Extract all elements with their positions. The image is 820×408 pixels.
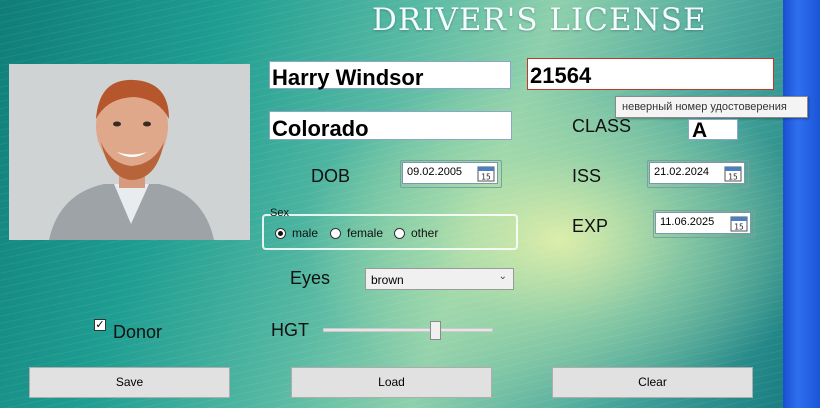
- svg-text:15: 15: [728, 173, 738, 182]
- sex-group-label: Sex: [270, 207, 289, 219]
- exp-date-picker[interactable]: 11.06.2025 15: [655, 212, 751, 234]
- svg-text:15: 15: [481, 173, 491, 182]
- sex-radio-male[interactable]: [275, 228, 286, 239]
- dob-label: DOB: [311, 166, 351, 186]
- sex-radio-other[interactable]: [394, 228, 405, 239]
- exp-value: 11.06.2025: [660, 216, 715, 228]
- hgt-label: HGT: [271, 320, 309, 340]
- clear-button[interactable]: Clear: [552, 367, 753, 398]
- class-label: CLASS: [572, 116, 632, 136]
- height-slider-thumb[interactable]: [429, 321, 441, 340]
- name-field[interactable]: Harry Windsor: [269, 61, 511, 89]
- calendar-icon[interactable]: 15: [730, 214, 748, 232]
- donor-label[interactable]: Donor: [113, 322, 162, 343]
- class-field[interactable]: A: [688, 119, 738, 141]
- dob-value: 09.02.2005: [407, 166, 463, 178]
- validation-tooltip: неверный номер удостоверения: [615, 96, 808, 118]
- eyes-dropdown[interactable]: brown ⌄: [365, 268, 514, 290]
- load-button[interactable]: Load: [291, 367, 492, 398]
- height-slider-track[interactable]: [323, 328, 493, 332]
- sex-radio-female[interactable]: [330, 228, 341, 239]
- state-field[interactable]: Colorado: [269, 111, 512, 140]
- license-photo: [9, 64, 250, 240]
- iss-date-picker[interactable]: 21.02.2024 15: [649, 162, 745, 184]
- iss-label: ISS: [572, 166, 602, 186]
- chevron-down-icon: ⌄: [498, 271, 507, 282]
- sex-option-male-label[interactable]: male: [292, 226, 318, 240]
- calendar-icon[interactable]: 15: [724, 164, 742, 182]
- calendar-icon[interactable]: 15: [477, 164, 495, 182]
- iss-value: 21.02.2024: [654, 166, 710, 178]
- page-title: DRIVER'S LICENSE: [372, 2, 707, 38]
- window-edge: [783, 0, 820, 408]
- svg-text:15: 15: [734, 223, 744, 232]
- eyes-label: Eyes: [290, 268, 331, 288]
- dob-date-picker[interactable]: 09.02.2005 15: [402, 162, 498, 184]
- donor-checkbox[interactable]: ✓: [94, 319, 106, 331]
- sex-option-other-label[interactable]: other: [411, 226, 438, 240]
- save-button[interactable]: Save: [29, 367, 230, 398]
- license-number-field[interactable]: 21564: [527, 58, 774, 90]
- sex-option-female-label[interactable]: female: [347, 226, 383, 240]
- eyes-value: brown: [371, 273, 404, 287]
- exp-label: EXP: [572, 216, 609, 236]
